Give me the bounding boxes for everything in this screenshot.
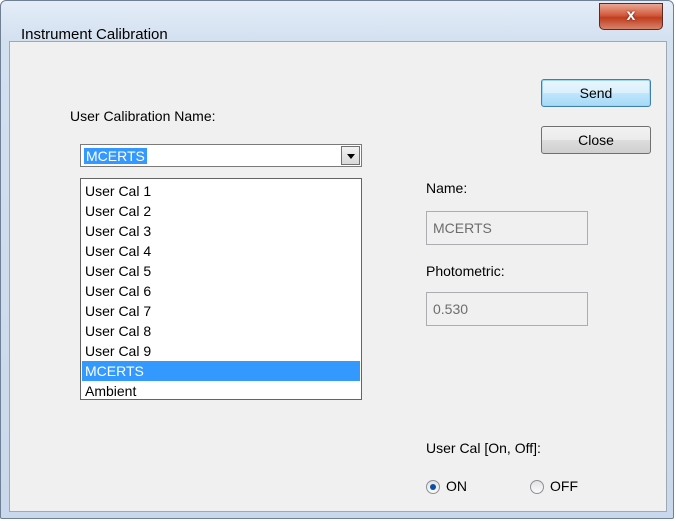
- list-item[interactable]: User Cal 4: [82, 241, 360, 261]
- close-button[interactable]: Close: [541, 126, 651, 154]
- instrument-calibration-window: Instrument Calibration x User Calibratio…: [0, 0, 674, 519]
- list-item[interactable]: User Cal 2: [82, 201, 360, 221]
- list-item[interactable]: User Cal 6: [82, 281, 360, 301]
- list-item[interactable]: MCERTS: [82, 361, 360, 381]
- name-field: MCERTS: [426, 211, 588, 245]
- user-cal-on-label[interactable]: ON: [446, 478, 467, 494]
- user-cal-off-label[interactable]: OFF: [550, 478, 578, 494]
- user-calibration-name-label: User Calibration Name:: [70, 108, 216, 124]
- close-icon: x: [626, 7, 636, 24]
- user-calibration-dropdown-list[interactable]: User Cal 1 User Cal 2 User Cal 3 User Cal 4…: [80, 178, 362, 400]
- user-cal-on-radio[interactable]: [426, 480, 440, 494]
- combobox-selected-value: MCERTS: [84, 148, 147, 164]
- list-item[interactable]: User Cal 8: [82, 321, 360, 341]
- window-close-button[interactable]: x: [599, 3, 663, 30]
- user-cal-off-radio[interactable]: [530, 480, 544, 494]
- photometric-field: 0.530: [426, 292, 588, 326]
- list-item[interactable]: User Cal 7: [82, 301, 360, 321]
- photometric-label: Photometric:: [426, 263, 505, 279]
- list-item[interactable]: User Cal 3: [82, 221, 360, 241]
- user-cal-toggle-label: User Cal [On, Off]:: [426, 440, 541, 456]
- name-label: Name:: [426, 180, 468, 196]
- send-button[interactable]: Send: [541, 79, 651, 107]
- list-item[interactable]: User Cal 5: [82, 261, 360, 281]
- user-calibration-combobox[interactable]: MCERTS: [80, 144, 362, 167]
- dialog-body: User Calibration Name: Send Close MCERTS…: [9, 41, 667, 512]
- list-item[interactable]: User Cal 9: [82, 341, 360, 361]
- list-item[interactable]: Ambient: [82, 381, 360, 401]
- chevron-down-icon[interactable]: [341, 146, 360, 165]
- title-bar[interactable]: Instrument Calibration x: [1, 1, 673, 43]
- list-item[interactable]: User Cal 1: [82, 181, 360, 201]
